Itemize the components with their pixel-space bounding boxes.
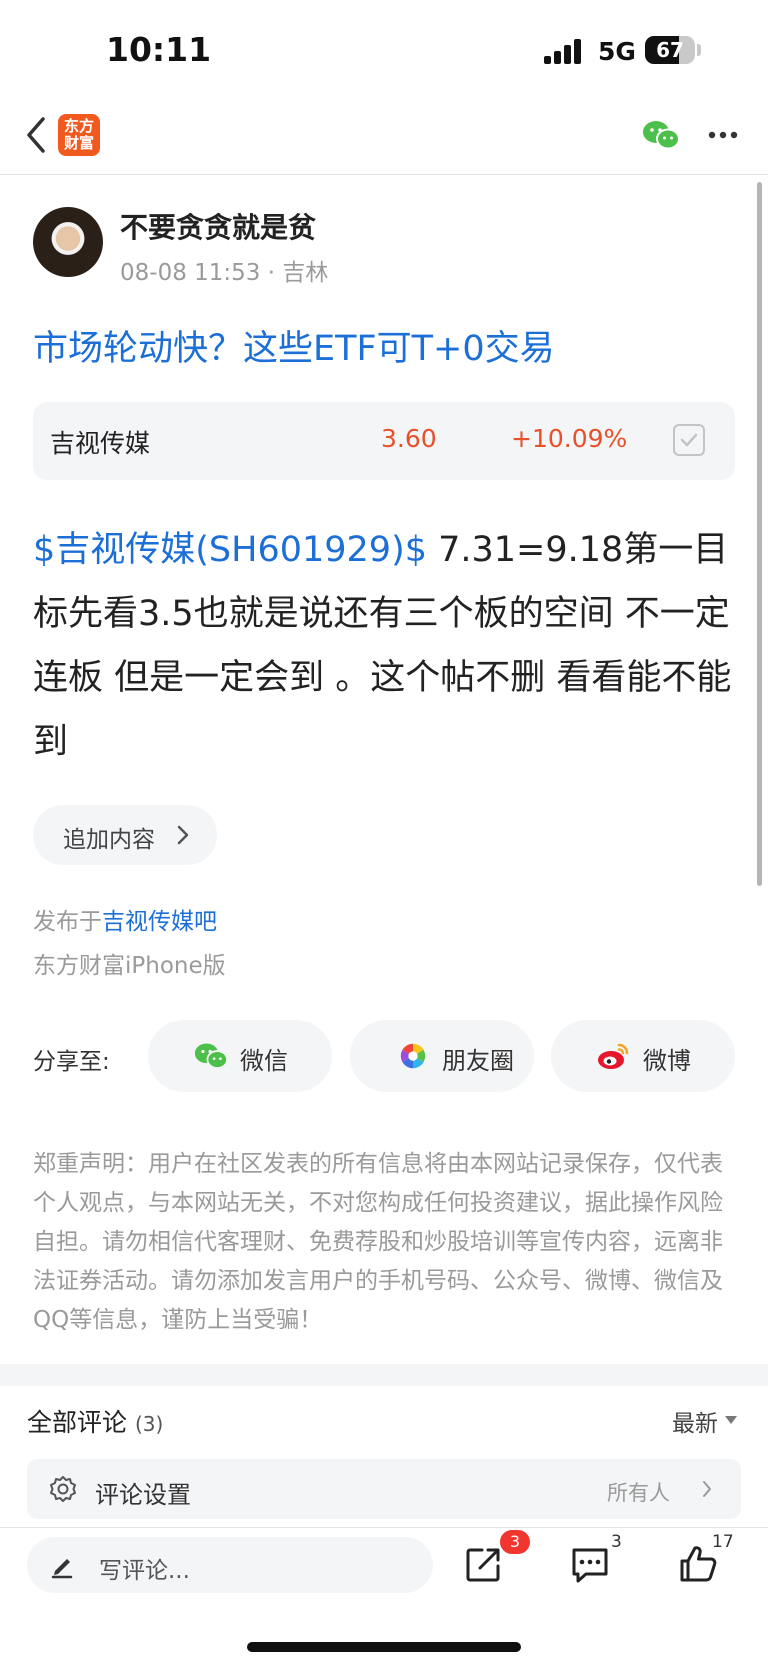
comments-sort-dropdown[interactable]: 最新 [672,1404,718,1438]
disclaimer-text: 郑重声明：用户在社区发表的所有信息将由本网站记录保存，仅代表个人观点，与本网站无… [33,1151,723,1333]
forum-link[interactable]: 吉视传媒吧 [102,909,217,935]
write-comment-placeholder: 写评论... [99,1558,190,1584]
chevron-right-icon [703,1481,711,1497]
cellular-signal-icon [544,38,584,64]
share-icon[interactable] [462,1542,506,1586]
post-datetime: 08-08 11:53 [120,260,261,286]
like-count: 17 [712,1532,734,1552]
battery-tip [697,44,701,56]
stock-change: +10.09% [511,424,628,453]
weibo-icon [598,1043,629,1069]
battery-icon: 67 [645,36,695,64]
wechat-share-icon[interactable] [642,119,680,151]
author-avatar[interactable] [33,207,103,277]
more-options-icon[interactable] [708,130,738,140]
append-content-button[interactable]: 追加内容 [33,805,217,865]
share-weibo-button[interactable]: 微博 [551,1020,735,1092]
scrollbar[interactable] [757,182,762,886]
write-comment-input[interactable]: 写评论... [27,1537,433,1593]
comments-title-text: 全部评论 [27,1408,128,1437]
share-wechat-button[interactable]: 微信 [148,1020,332,1092]
stock-name: 吉视传媒 [50,429,151,458]
share-moments-label: 朋友圈 [442,1047,514,1075]
gear-icon [50,1476,76,1502]
stock-link[interactable]: $吉视传媒(SH601929)$ [33,530,427,570]
comments-title: 全部评论 (3) [27,1403,163,1439]
published-prefix: 发布于 [33,909,102,935]
share-badge: 3 [500,1530,530,1554]
comment-settings-label: 评论设置 [95,1481,191,1509]
published-in: 发布于吉视传媒吧 [33,902,217,936]
share-label: 分享至: [33,1049,110,1075]
caret-down-icon[interactable] [725,1416,737,1424]
client-info: 东方财富iPhone版 [33,953,226,979]
network-type: 5G [598,37,636,66]
wechat-icon [194,1043,228,1069]
stock-quote-card[interactable]: 吉视传媒 3.60 +10.09% [33,402,735,480]
post-title[interactable]: 市场轮动快？这些ETF可T+0交易 [33,320,555,371]
home-indicator[interactable] [247,1642,521,1652]
author-name[interactable]: 不要贪贪就是贫 [120,206,316,246]
comment-settings-value: 所有人 [607,1481,670,1505]
moments-icon [400,1043,426,1069]
share-wechat-label: 微信 [240,1047,288,1075]
status-time: 10:11 [106,30,212,69]
post-body: $吉视传媒(SH601929)$ 7.31=9.18第一目标先看3.5也就是说还… [33,518,743,774]
share-weibo-label: 微博 [643,1047,691,1075]
nav-divider [0,174,768,175]
post-meta: 08-08 11:53 · 吉林 [120,260,329,286]
logo-text: 东方财富 [63,117,94,152]
bottom-bar-divider [0,1527,768,1528]
comment-settings-row[interactable]: 评论设置 所有人 [27,1459,741,1519]
chevron-right-icon [177,825,189,845]
comments-count: (3) [134,1412,164,1436]
stock-price: 3.60 [381,424,437,453]
add-watchlist-check-icon[interactable] [673,424,705,456]
comment-count: 3 [611,1532,622,1552]
eastmoney-logo[interactable]: 东方财富 [58,114,100,156]
pencil-icon [51,1559,73,1579]
back-arrow-icon[interactable] [24,115,48,155]
battery-level: 67 [656,38,684,62]
post-location: 吉林 [282,260,329,286]
comment-icon[interactable] [568,1542,612,1586]
append-content-label: 追加内容 [63,827,155,853]
section-separator [0,1364,768,1386]
share-moments-button[interactable]: 朋友圈 [350,1020,534,1092]
